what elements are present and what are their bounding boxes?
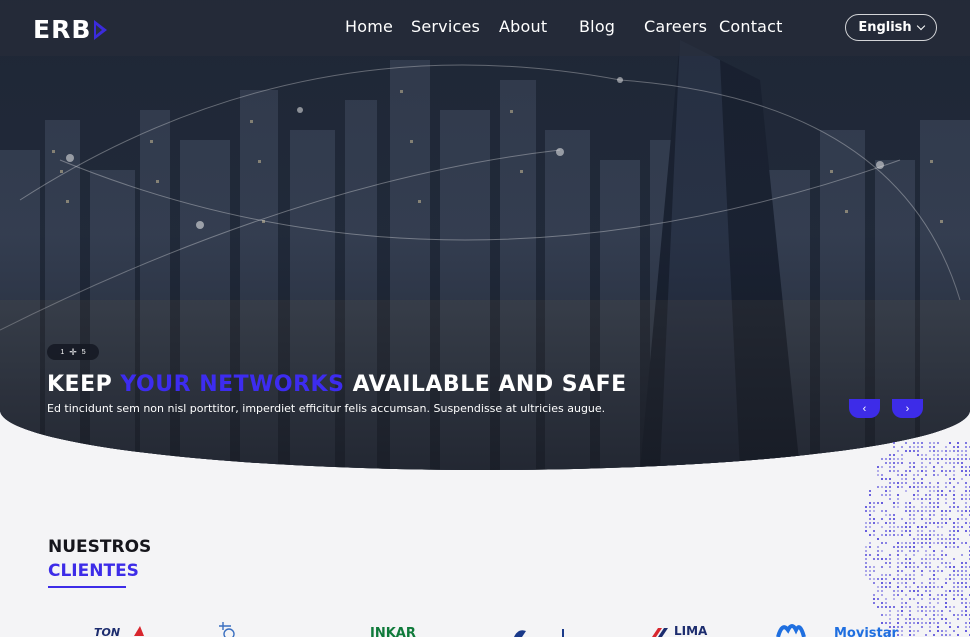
- clients-heading: NUESTROS CLIENTES: [48, 535, 151, 583]
- page: 1 ✛ 5 KEEP YOUR NETWORKS AVAILABLE AND S…: [0, 0, 970, 637]
- client-logo-6-text: Movistar: [834, 626, 899, 637]
- hero-subline: Ed tincidunt sem non nisl porttitor, imp…: [47, 402, 606, 415]
- client-logo-5: LIMA: [652, 624, 708, 637]
- slide-counter-total: 5: [81, 348, 86, 356]
- clients-heading-line2: CLIENTES: [48, 561, 139, 581]
- hero-headline-pre: KEEP: [47, 372, 121, 397]
- clients-underline: [48, 586, 126, 588]
- nav-services[interactable]: Services: [411, 17, 481, 36]
- plus-icon: ✛: [69, 346, 77, 357]
- slide-counter: 1 ✛ 5: [47, 344, 99, 360]
- client-logo-1: TON: [94, 626, 144, 637]
- brand-logo-text: ERB: [33, 15, 92, 44]
- client-logo-4: [514, 629, 564, 637]
- slider-next-button[interactable]: ›: [892, 399, 923, 418]
- client-logo-3-text: INKAR: [370, 626, 416, 637]
- nav-about[interactable]: About: [499, 17, 561, 36]
- chevron-left-icon: ‹: [862, 402, 867, 415]
- client-logo-6: Movistar: [776, 624, 899, 637]
- hero-banner: 1 ✛ 5 KEEP YOUR NETWORKS AVAILABLE AND S…: [0, 0, 970, 470]
- hero-overlay: [0, 0, 970, 470]
- chevron-down-icon: [916, 21, 925, 30]
- nav-blog[interactable]: Blog: [579, 17, 626, 36]
- slide-counter-current: 1: [60, 348, 65, 356]
- nav-careers[interactable]: Careers: [644, 17, 707, 36]
- nav-contact[interactable]: Contact: [719, 17, 783, 36]
- language-select[interactable]: English: [845, 14, 937, 41]
- nav-home[interactable]: Home: [345, 17, 393, 36]
- dotted-map-decoration: [865, 442, 970, 636]
- language-select-value: English: [858, 20, 912, 35]
- hero-headline: KEEP YOUR NETWORKS AVAILABLE AND SAFE: [47, 372, 627, 397]
- slider-prev-button[interactable]: ‹: [849, 399, 880, 418]
- site-header: ERB Home Services About Blog Careers Con…: [0, 0, 970, 56]
- hero-headline-post: AVAILABLE AND SAFE: [344, 372, 627, 397]
- hero-headline-accent: YOUR NETWORKS: [120, 372, 345, 397]
- client-logos-row: TON INKAR LIMA Movistar: [0, 620, 970, 637]
- brand-logo[interactable]: ERB: [33, 15, 108, 44]
- client-logo-1-text: TON: [94, 626, 120, 637]
- client-logo-2: [219, 622, 235, 637]
- main-nav: Home Services About Blog Careers Contact: [345, 17, 801, 36]
- chevron-right-icon: ›: [905, 402, 910, 415]
- logo-triangle-icon: [94, 19, 108, 40]
- clients-heading-line1: NUESTROS: [48, 537, 152, 557]
- client-logo-5-text: LIMA: [674, 624, 708, 637]
- client-logo-3: INKAR: [370, 626, 416, 637]
